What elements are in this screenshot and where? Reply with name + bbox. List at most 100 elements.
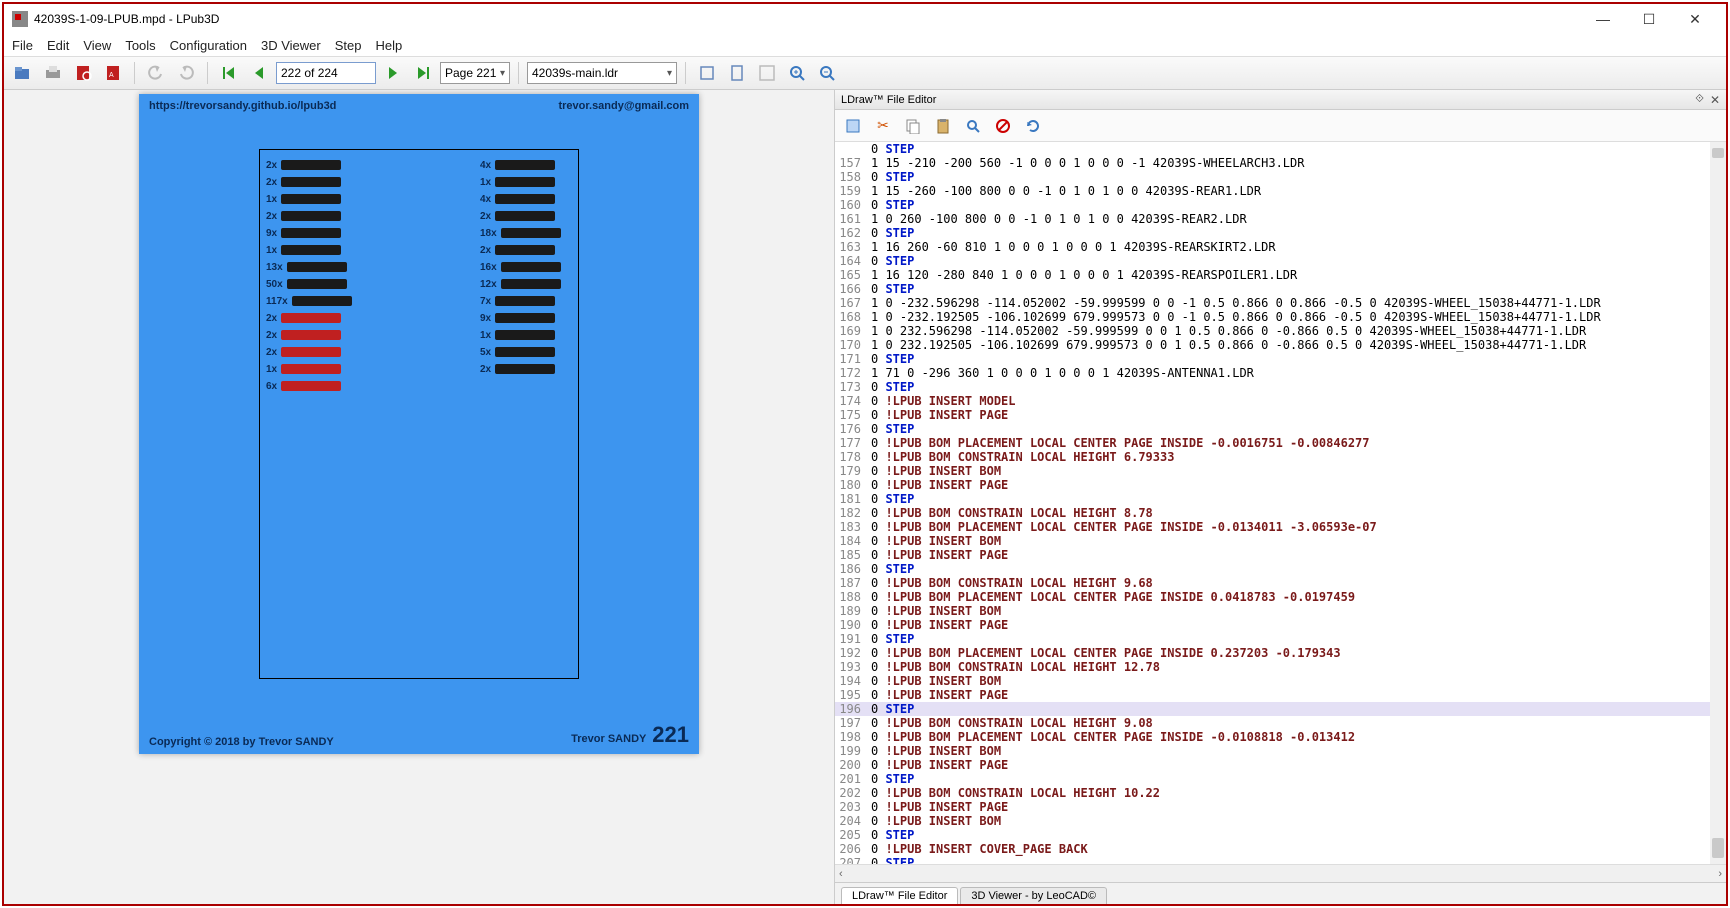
code-line[interactable]: 2050 STEP: [835, 828, 1726, 842]
page-combo[interactable]: Page 221: [440, 62, 510, 84]
menu-view[interactable]: View: [83, 38, 111, 53]
code-line[interactable]: 1930 !LPUB BOM CONSTRAIN LOCAL HEIGHT 12…: [835, 660, 1726, 674]
code-line[interactable]: 1970 !LPUB BOM CONSTRAIN LOCAL HEIGHT 9.…: [835, 716, 1726, 730]
close-button[interactable]: ✕: [1672, 4, 1718, 34]
pin-icon[interactable]: ⟐: [1695, 93, 1704, 106]
fit-width-icon[interactable]: [694, 60, 720, 86]
menu-step[interactable]: Step: [335, 38, 362, 53]
code-line[interactable]: 1660 STEP: [835, 282, 1726, 296]
tab-3dviewer[interactable]: 3D Viewer - by LeoCAD©: [960, 887, 1107, 904]
code-line[interactable]: 1990 !LPUB INSERT BOM: [835, 744, 1726, 758]
copy-icon[interactable]: [901, 114, 925, 138]
cut-icon[interactable]: ✂: [871, 114, 895, 138]
prev-page-icon[interactable]: [246, 60, 272, 86]
code-line[interactable]: 1701 0 232.192505 -106.102699 679.999573…: [835, 338, 1726, 352]
code-line[interactable]: 1740 !LPUB INSERT MODEL: [835, 394, 1726, 408]
actual-size-icon[interactable]: [754, 60, 780, 86]
menu-tools[interactable]: Tools: [125, 38, 155, 53]
code-line[interactable]: 1691 0 232.596298 -114.052002 -59.999599…: [835, 324, 1726, 338]
code-line[interactable]: 1591 15 -260 -100 800 0 0 -1 0 1 0 1 0 0…: [835, 184, 1726, 198]
code-line[interactable]: 1620 STEP: [835, 226, 1726, 240]
refresh-icon[interactable]: [1021, 114, 1045, 138]
code-line[interactable]: 1730 STEP: [835, 380, 1726, 394]
code-line[interactable]: 1631 16 260 -60 810 1 0 0 0 1 0 0 0 1 42…: [835, 240, 1726, 254]
code-line[interactable]: 1721 71 0 -296 360 1 0 0 0 1 0 0 0 1 420…: [835, 366, 1726, 380]
code-line[interactable]: 1671 0 -232.596298 -114.052002 -59.99959…: [835, 296, 1726, 310]
scroll-thumb[interactable]: [1712, 838, 1724, 858]
fit-page-icon[interactable]: [724, 60, 750, 86]
code-line[interactable]: 1880 !LPUB BOM PLACEMENT LOCAL CENTER PA…: [835, 590, 1726, 604]
code-line[interactable]: 1920 !LPUB BOM PLACEMENT LOCAL CENTER PA…: [835, 646, 1726, 660]
code-line[interactable]: 2020 !LPUB BOM CONSTRAIN LOCAL HEIGHT 10…: [835, 786, 1726, 800]
code-line[interactable]: 2000 !LPUB INSERT PAGE: [835, 758, 1726, 772]
page-input[interactable]: [276, 62, 376, 84]
minimize-button[interactable]: ―: [1580, 4, 1626, 34]
code-line[interactable]: 1770 !LPUB BOM PLACEMENT LOCAL CENTER PA…: [835, 436, 1726, 450]
code-line[interactable]: 1940 !LPUB INSERT BOM: [835, 674, 1726, 688]
menu-file[interactable]: File: [12, 38, 33, 53]
panel-close-icon[interactable]: ✕: [1710, 93, 1720, 107]
code-line[interactable]: 2030 !LPUB INSERT PAGE: [835, 800, 1726, 814]
code-line[interactable]: 1611 0 260 -100 800 0 0 -1 0 1 0 1 0 0 4…: [835, 212, 1726, 226]
first-page-icon[interactable]: [216, 60, 242, 86]
menu-edit[interactable]: Edit: [47, 38, 69, 53]
zoom-in-icon[interactable]: [784, 60, 810, 86]
code-editor[interactable]: 0 STEP1571 15 -210 -200 560 -1 0 0 0 1 0…: [835, 142, 1726, 864]
code-line[interactable]: 1980 !LPUB BOM PLACEMENT LOCAL CENTER PA…: [835, 730, 1726, 744]
print-icon[interactable]: [40, 60, 66, 86]
code-line[interactable]: 1860 STEP: [835, 562, 1726, 576]
select-all-icon[interactable]: [841, 114, 865, 138]
code-line[interactable]: 2060 !LPUB INSERT COVER_PAGE BACK: [835, 842, 1726, 856]
code-line[interactable]: 1800 !LPUB INSERT PAGE: [835, 478, 1726, 492]
code-line[interactable]: 1681 0 -232.192505 -106.102699 679.99957…: [835, 310, 1726, 324]
next-page-icon[interactable]: [380, 60, 406, 86]
zoom-out-icon[interactable]: [814, 60, 840, 86]
pdf-preview-icon[interactable]: [70, 60, 96, 86]
menu-3dviewer[interactable]: 3D Viewer: [261, 38, 321, 53]
file-combo[interactable]: 42039s-main.ldr: [527, 62, 677, 84]
code-line[interactable]: 2070 STEP: [835, 856, 1726, 864]
code-line[interactable]: 1840 !LPUB INSERT BOM: [835, 534, 1726, 548]
code-line[interactable]: 1950 !LPUB INSERT PAGE: [835, 688, 1726, 702]
code-line[interactable]: 2010 STEP: [835, 772, 1726, 786]
open-file-icon[interactable]: [10, 60, 36, 86]
code-line[interactable]: 1580 STEP: [835, 170, 1726, 184]
horizontal-scrollbar[interactable]: ‹›: [835, 864, 1726, 882]
code-line[interactable]: 1790 !LPUB INSERT BOM: [835, 464, 1726, 478]
code-line[interactable]: 1640 STEP: [835, 254, 1726, 268]
code-line[interactable]: 1820 !LPUB BOM CONSTRAIN LOCAL HEIGHT 8.…: [835, 506, 1726, 520]
code-line[interactable]: 1890 !LPUB INSERT BOM: [835, 604, 1726, 618]
vertical-scrollbar[interactable]: [1710, 142, 1726, 864]
code-line[interactable]: 1780 !LPUB BOM CONSTRAIN LOCAL HEIGHT 6.…: [835, 450, 1726, 464]
undo-icon[interactable]: [143, 60, 169, 86]
code-line[interactable]: 1710 STEP: [835, 352, 1726, 366]
redo-icon[interactable]: [173, 60, 199, 86]
bom-part: 18x: [480, 228, 561, 239]
pdf-export-icon[interactable]: A: [100, 60, 126, 86]
code-line[interactable]: 1900 !LPUB INSERT PAGE: [835, 618, 1726, 632]
find-icon[interactable]: [961, 114, 985, 138]
page-preview-pane[interactable]: https://trevorsandy.github.io/lpub3d tre…: [4, 90, 834, 904]
menu-configuration[interactable]: Configuration: [170, 38, 247, 53]
tab-editor[interactable]: LDraw™ File Editor: [841, 887, 958, 904]
code-line[interactable]: 1750 !LPUB INSERT PAGE: [835, 408, 1726, 422]
code-line[interactable]: 1830 !LPUB BOM PLACEMENT LOCAL CENTER PA…: [835, 520, 1726, 534]
code-line[interactable]: 1571 15 -210 -200 560 -1 0 0 0 1 0 0 0 -…: [835, 156, 1726, 170]
paste-icon[interactable]: [931, 114, 955, 138]
code-line[interactable]: 1910 STEP: [835, 632, 1726, 646]
menu-help[interactable]: Help: [375, 38, 402, 53]
code-line[interactable]: 0 STEP: [835, 142, 1726, 156]
scroll-up-arrow[interactable]: [1712, 148, 1724, 158]
delete-icon[interactable]: [991, 114, 1015, 138]
last-page-icon[interactable]: [410, 60, 436, 86]
main-toolbar: A Page 221 42039s-main.ldr: [4, 56, 1726, 90]
code-line[interactable]: 1760 STEP: [835, 422, 1726, 436]
code-line[interactable]: 1850 !LPUB INSERT PAGE: [835, 548, 1726, 562]
code-line[interactable]: 1870 !LPUB BOM CONSTRAIN LOCAL HEIGHT 9.…: [835, 576, 1726, 590]
maximize-button[interactable]: ☐: [1626, 4, 1672, 34]
code-line[interactable]: 2040 !LPUB INSERT BOM: [835, 814, 1726, 828]
code-line[interactable]: 1960 STEP: [835, 702, 1726, 716]
code-line[interactable]: 1600 STEP: [835, 198, 1726, 212]
code-line[interactable]: 1651 16 120 -280 840 1 0 0 0 1 0 0 0 1 4…: [835, 268, 1726, 282]
code-line[interactable]: 1810 STEP: [835, 492, 1726, 506]
